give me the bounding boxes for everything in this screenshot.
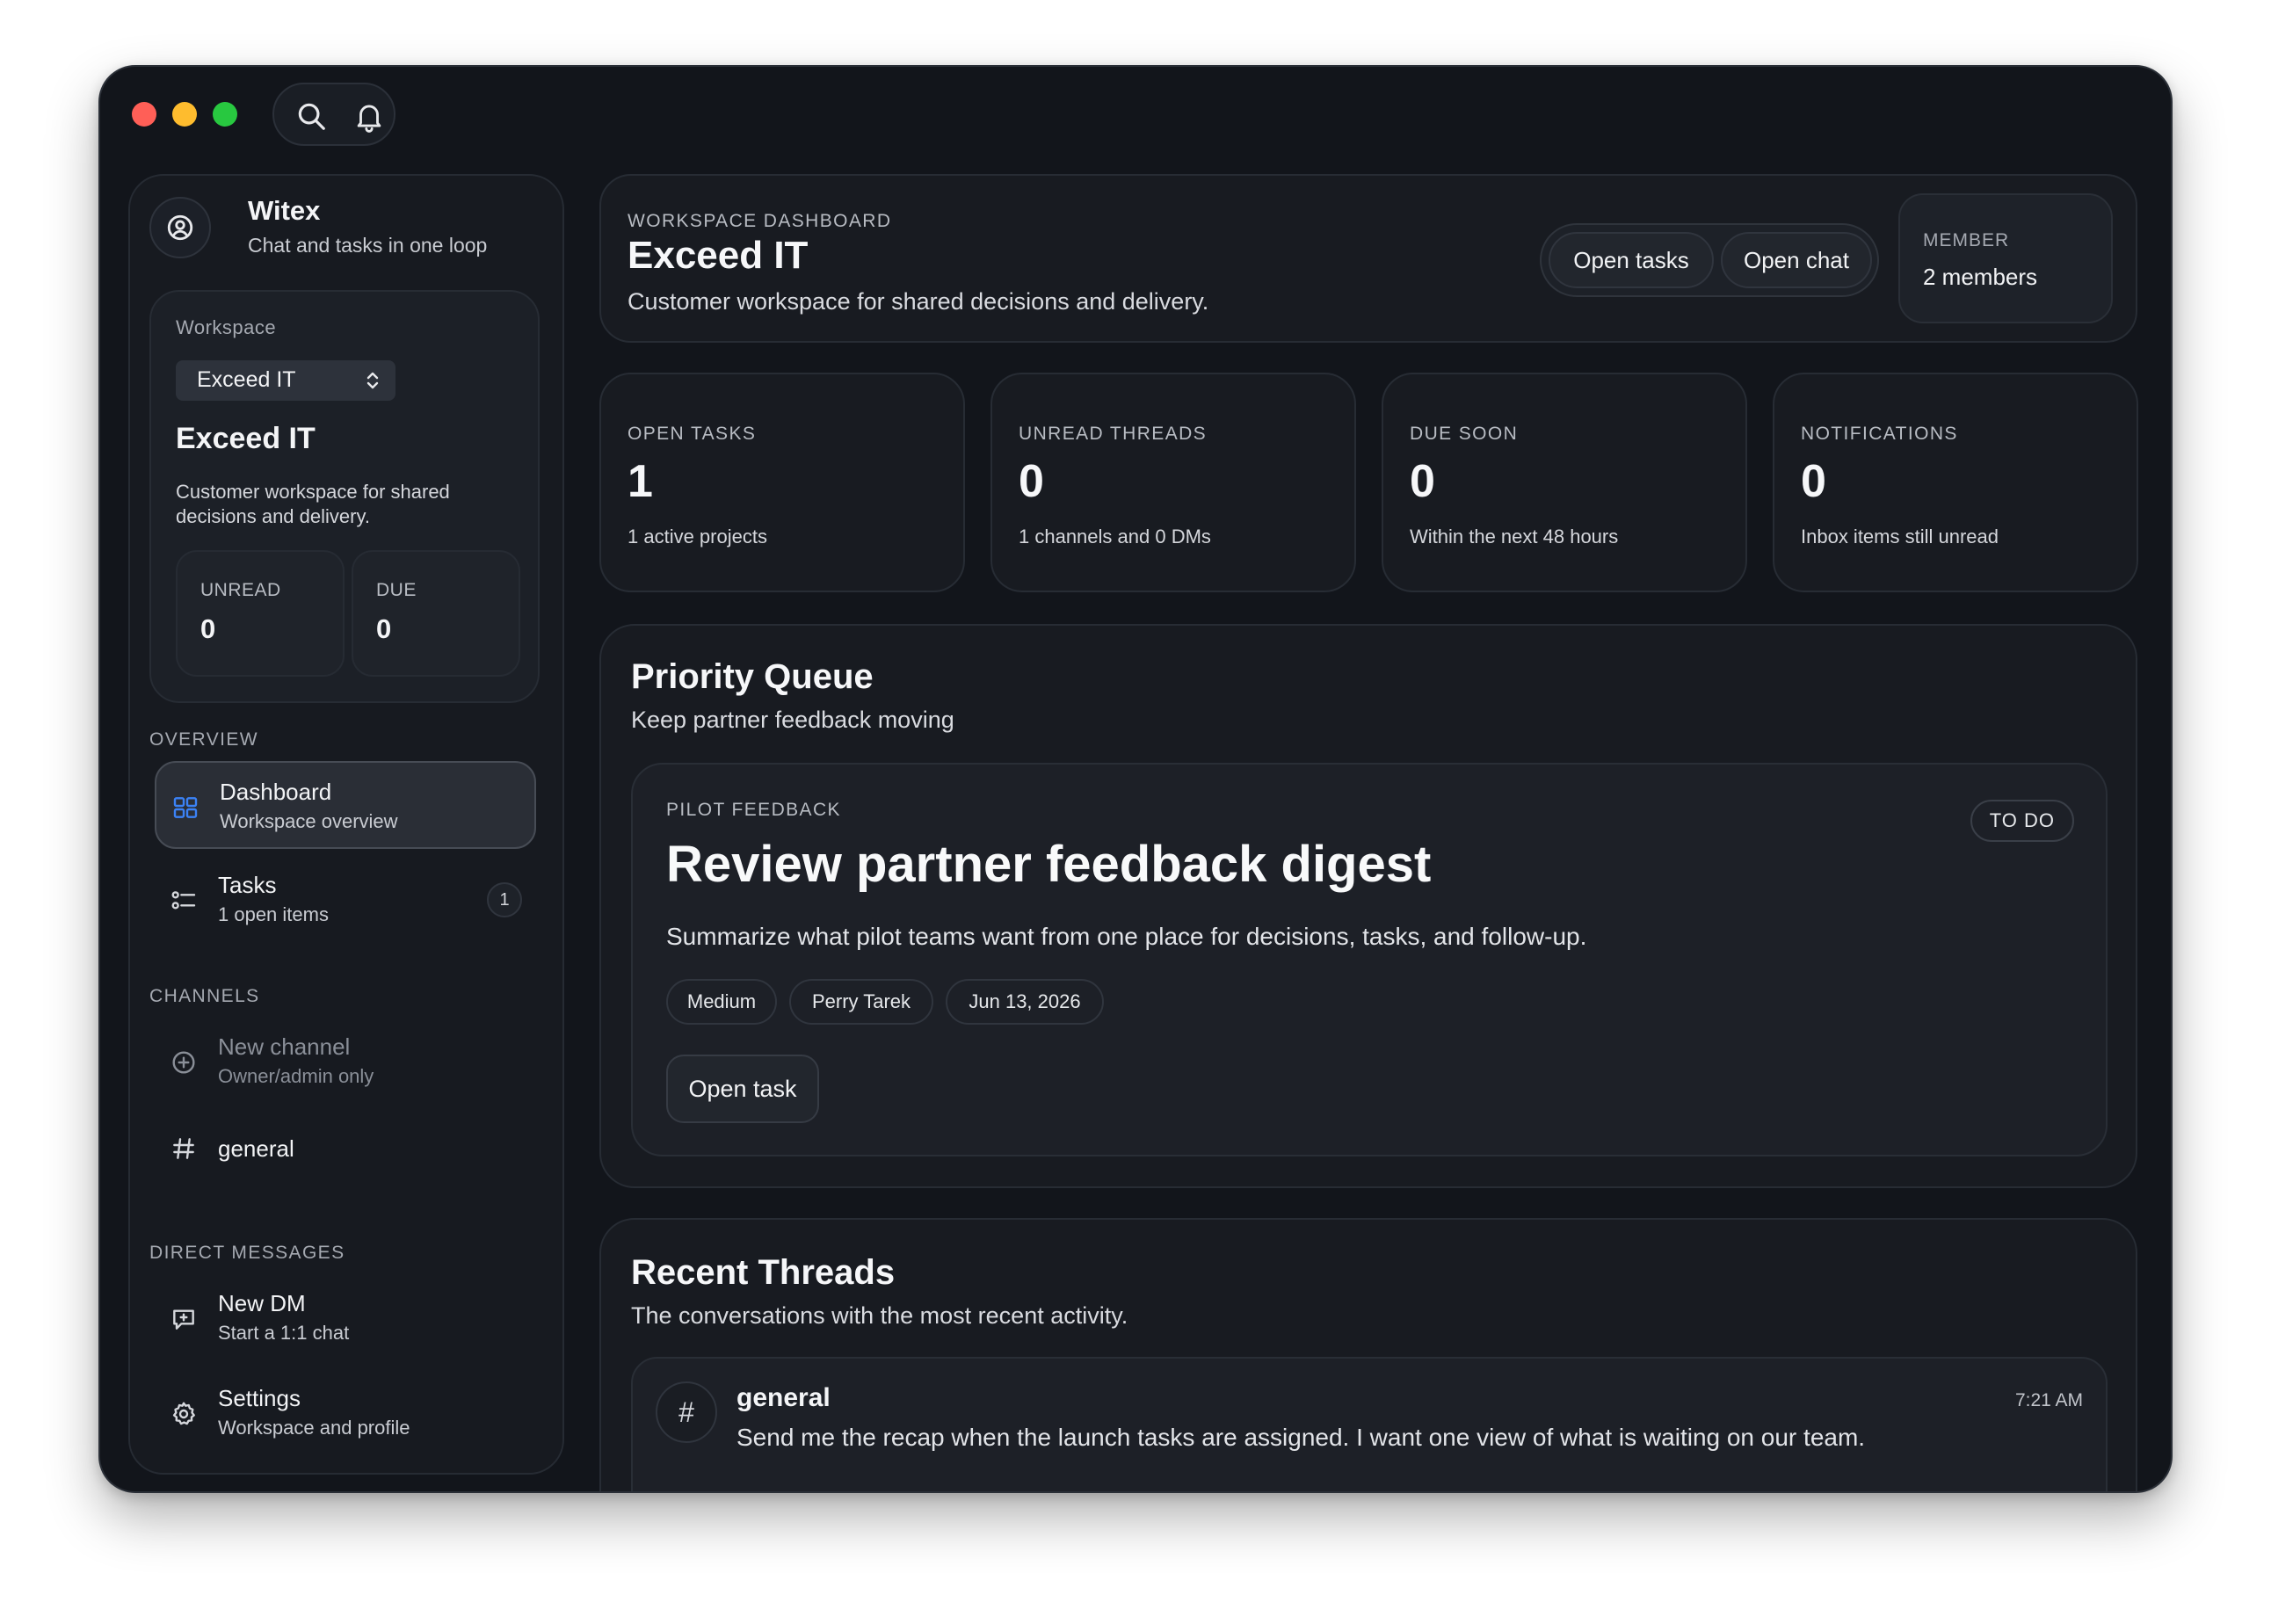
sidebar-item-sublabel: Start a 1:1 chat (218, 1322, 350, 1344)
brand-header: Witex Chat and tasks in one loop (149, 195, 543, 279)
stat-value: 1 (628, 456, 653, 507)
stat-card-due-soon: DUE SOON 0 Within the next 48 hours (1382, 373, 1747, 592)
zoom-window-button[interactable] (213, 102, 237, 127)
stat-value: 0 (1410, 456, 1435, 507)
priority-queue-panel: Priority Queue Keep partner feedback mov… (599, 624, 2137, 1188)
unread-stat: UNREAD 0 (176, 550, 345, 677)
dashboard-header: WORKSPACE DASHBOARD Exceed IT Customer w… (599, 174, 2137, 343)
stat-label: NOTIFICATIONS (1801, 424, 1958, 444)
task-project: PILOT FEEDBACK (666, 800, 841, 820)
header-actions: Open tasks Open chat (1540, 223, 1879, 297)
stat-label: DUE SOON (1410, 424, 1519, 444)
workspace-label: Workspace (176, 316, 277, 338)
thread-last-message: Send me the recap when the launch tasks … (736, 1424, 1866, 1451)
grid-icon (171, 793, 200, 823)
stat-card-unread-threads: UNREAD THREADS 0 1 channels and 0 DMs (990, 373, 1356, 592)
brand-name: Witex (248, 195, 321, 226)
assignee-chip: Perry Tarek (789, 979, 933, 1025)
account-avatar-icon[interactable] (149, 197, 211, 258)
due-stat-label: DUE (376, 580, 417, 600)
workspace-select-value: Exceed IT (197, 367, 296, 392)
sidebar-item-sublabel: Workspace overview (220, 810, 398, 832)
sidebar-item-tasks[interactable]: Tasks 1 open items 1 (155, 856, 536, 944)
recent-threads-subtitle: The conversations with the most recent a… (631, 1302, 1128, 1329)
stat-subtitle: Inbox items still unread (1801, 526, 1999, 547)
workspace-title: Exceed IT (176, 422, 316, 455)
sidebar: Witex Chat and tasks in one loop Workspa… (128, 174, 564, 1475)
workspace-select[interactable]: Exceed IT (176, 360, 395, 401)
stat-label: UNREAD THREADS (1019, 424, 1208, 444)
workspace-description: Customer workspace for shared decisions … (176, 481, 450, 527)
sidebar-item-label: New channel (218, 1033, 351, 1060)
due-stat-value: 0 (376, 613, 392, 644)
sidebar-item-new-channel[interactable]: New channel Owner/admin only (155, 1018, 536, 1106)
open-tasks-button[interactable]: Open tasks (1549, 232, 1714, 288)
task-title: Review partner feedback digest (666, 836, 1432, 893)
direct-messages-heading: DIRECT MESSAGES (149, 1243, 345, 1263)
minimize-window-button[interactable] (172, 102, 197, 127)
sidebar-item-sublabel: 1 open items (218, 903, 329, 925)
stat-value: 0 (1801, 456, 1826, 507)
toolbar-pill (272, 83, 395, 146)
sidebar-item-new-dm[interactable]: New DM Start a 1:1 chat (155, 1274, 536, 1362)
stat-card-notifications: NOTIFICATIONS 0 Inbox items still unread (1773, 373, 2138, 592)
hash-icon: # (656, 1381, 717, 1443)
task-card: PILOT FEEDBACK TO DO Review partner feed… (631, 763, 2108, 1156)
bell-icon[interactable] (348, 95, 390, 137)
sidebar-item-sublabel: Owner/admin only (218, 1065, 374, 1087)
sidebar-item-label: Settings (218, 1385, 301, 1411)
member-count-box: MEMBER 2 members (1898, 193, 2113, 323)
gear-icon (169, 1399, 199, 1429)
workspace-card: Workspace Exceed IT Exceed IT Customer w… (149, 290, 540, 703)
stat-label: OPEN TASKS (628, 424, 757, 444)
channels-heading: CHANNELS (149, 986, 260, 1006)
sidebar-item-settings[interactable]: Settings Workspace and profile (155, 1369, 536, 1457)
thread-item[interactable]: # general Send me the recap when the lau… (631, 1357, 2108, 1491)
message-plus-icon (169, 1304, 199, 1334)
sidebar-item-dashboard[interactable]: Dashboard Workspace overview (155, 761, 536, 849)
stat-card-open-tasks: OPEN TASKS 1 1 active projects (599, 373, 965, 592)
title-bar (100, 67, 2171, 165)
sidebar-item-label: New DM (218, 1290, 306, 1316)
stat-subtitle: 1 channels and 0 DMs (1019, 526, 1211, 547)
task-description: Summarize what pilot teams want from one… (666, 923, 1587, 950)
sidebar-item-sublabel: Workspace and profile (218, 1417, 410, 1439)
channel-name: general (218, 1135, 294, 1162)
due-date-chip: Jun 13, 2026 (946, 979, 1104, 1025)
app-window: Witex Chat and tasks in one loop Workspa… (98, 65, 2173, 1493)
stat-value: 0 (1019, 456, 1044, 507)
recent-threads-title: Recent Threads (631, 1253, 896, 1292)
priority-chip: Medium (666, 979, 777, 1025)
overview-heading: OVERVIEW (149, 729, 259, 750)
priority-queue-title: Priority Queue (631, 657, 874, 696)
brand-tagline: Chat and tasks in one loop (248, 234, 488, 257)
member-label: MEMBER (1923, 230, 2010, 250)
chevron-up-down-icon (366, 372, 379, 389)
header-eyebrow: WORKSPACE DASHBOARD (628, 211, 892, 231)
tasks-count-badge: 1 (487, 882, 522, 917)
stat-subtitle: Within the next 48 hours (1410, 526, 1619, 547)
unread-stat-value: 0 (200, 613, 216, 644)
open-task-button[interactable]: Open task (666, 1055, 819, 1123)
member-count: 2 members (1923, 264, 2038, 290)
sidebar-item-label: Dashboard (220, 779, 332, 805)
recent-threads-panel: Recent Threads The conversations with th… (599, 1218, 2137, 1491)
page-title: Exceed IT (628, 234, 809, 277)
unread-stat-label: UNREAD (200, 580, 281, 600)
thread-timestamp: 7:21 AM (2014, 1390, 2083, 1410)
stat-subtitle: 1 active projects (628, 526, 767, 547)
page-subtitle: Customer workspace for shared decisions … (628, 288, 1209, 315)
priority-queue-subtitle: Keep partner feedback moving (631, 707, 954, 733)
close-window-button[interactable] (132, 102, 156, 127)
thread-channel-name: general (736, 1383, 831, 1412)
due-stat: DUE 0 (352, 550, 520, 677)
task-list-icon (169, 886, 199, 916)
search-icon[interactable] (290, 95, 332, 137)
status-badge: TO DO (1970, 800, 2074, 842)
sidebar-item-label: Tasks (218, 872, 277, 898)
sidebar-item-channel-general[interactable]: general (155, 1113, 536, 1186)
plus-circle-icon (169, 1048, 199, 1077)
hash-icon (169, 1134, 199, 1164)
open-chat-button[interactable]: Open chat (1721, 232, 1872, 288)
